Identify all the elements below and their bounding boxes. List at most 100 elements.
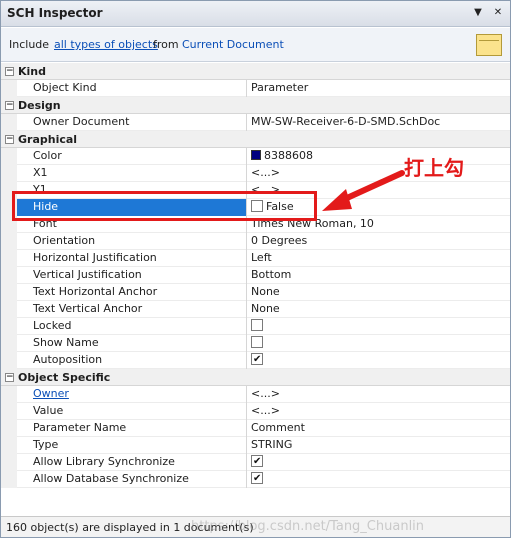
row-gutter: [1, 454, 17, 471]
property-value[interactable]: Parameter: [248, 80, 510, 97]
property-name: Text Vertical Anchor: [17, 301, 247, 318]
folder-icon[interactable]: [476, 34, 502, 56]
property-row[interactable]: Hide False: [1, 199, 510, 216]
property-value[interactable]: 0 Degrees: [248, 233, 510, 250]
property-value-text: STRING: [251, 438, 293, 451]
property-row[interactable]: Allow Database Synchronize: [1, 471, 510, 488]
section-header[interactable]: − Kind: [1, 63, 510, 80]
property-value[interactable]: <...>: [248, 386, 510, 403]
property-value[interactable]: MW-SW-Receiver-6-D-SMD.SchDoc: [248, 114, 510, 131]
row-gutter: [1, 182, 17, 199]
close-icon[interactable]: ✕: [491, 6, 505, 20]
property-value-text: 0 Degrees: [251, 234, 308, 247]
property-row[interactable]: Y1 <...>: [1, 182, 510, 199]
property-name: Show Name: [17, 335, 247, 352]
property-row[interactable]: Object Kind Parameter: [1, 80, 510, 97]
property-checkbox[interactable]: [251, 200, 263, 212]
section-header[interactable]: − Object Specific: [1, 369, 510, 386]
sch-inspector-panel: SCH Inspector ▼ ✕ Include all types of o…: [0, 0, 511, 538]
property-row[interactable]: Text Horizontal Anchor None: [1, 284, 510, 301]
property-name: Locked: [17, 318, 247, 335]
property-value[interactable]: Comment: [248, 420, 510, 437]
property-name: Font: [17, 216, 247, 233]
property-value[interactable]: [248, 454, 510, 471]
property-row[interactable]: Text Vertical Anchor None: [1, 301, 510, 318]
collapse-toggle-icon[interactable]: −: [5, 101, 14, 110]
collapse-toggle-icon[interactable]: −: [5, 135, 14, 144]
property-value-text: <...>: [251, 166, 280, 179]
property-value[interactable]: <...>: [248, 165, 510, 182]
property-checkbox[interactable]: [251, 319, 263, 331]
object-types-link[interactable]: all types of objects: [54, 38, 158, 51]
property-name: Vertical Justification: [17, 267, 247, 284]
property-checkbox[interactable]: [251, 336, 263, 348]
property-row[interactable]: Type STRING: [1, 437, 510, 454]
property-name: Type: [17, 437, 247, 454]
section-header[interactable]: − Design: [1, 97, 510, 114]
panel-title: SCH Inspector: [7, 6, 103, 20]
row-gutter: [1, 165, 17, 182]
property-name: Horizontal Justification: [17, 250, 247, 267]
property-name: Hide: [17, 199, 247, 216]
property-value[interactable]: Times New Roman, 10: [248, 216, 510, 233]
property-name: Allow Database Synchronize: [17, 471, 247, 488]
property-name[interactable]: Owner: [17, 386, 247, 403]
property-checkbox[interactable]: [251, 352, 263, 368]
property-value[interactable]: 8388608: [248, 148, 510, 165]
property-value[interactable]: Bottom: [248, 267, 510, 284]
row-gutter: [1, 80, 17, 97]
row-gutter: [1, 199, 17, 216]
panel-titlebar: SCH Inspector ▼ ✕: [1, 1, 510, 27]
section-title: Graphical: [18, 133, 78, 146]
row-gutter: [1, 148, 17, 165]
property-value-text: False: [266, 200, 294, 213]
property-value[interactable]: STRING: [248, 437, 510, 454]
collapse-toggle-icon[interactable]: −: [5, 67, 14, 76]
row-gutter: [1, 114, 17, 131]
property-row[interactable]: Show Name: [1, 335, 510, 352]
property-name: Y1: [17, 182, 247, 199]
row-gutter: [1, 471, 17, 488]
property-name: Orientation: [17, 233, 247, 250]
section-title: Object Specific: [18, 371, 111, 384]
property-name: Object Kind: [17, 80, 247, 97]
filter-bar: Include all types of objects from Curren…: [1, 28, 510, 62]
property-name: Allow Library Synchronize: [17, 454, 247, 471]
property-row[interactable]: Allow Library Synchronize: [1, 454, 510, 471]
property-value-text: Bottom: [251, 268, 292, 281]
property-value[interactable]: <...>: [248, 182, 510, 199]
property-checkbox[interactable]: [251, 454, 263, 470]
property-row[interactable]: Owner Document MW-SW-Receiver-6-D-SMD.Sch…: [1, 114, 510, 131]
property-row[interactable]: Vertical Justification Bottom: [1, 267, 510, 284]
property-value[interactable]: None: [248, 284, 510, 301]
property-row[interactable]: Value <...>: [1, 403, 510, 420]
property-name: Text Horizontal Anchor: [17, 284, 247, 301]
property-value[interactable]: [248, 318, 510, 335]
property-row[interactable]: Autoposition: [1, 352, 510, 369]
collapse-toggle-icon[interactable]: −: [5, 373, 14, 382]
property-value[interactable]: [248, 335, 510, 352]
property-row[interactable]: Orientation 0 Degrees: [1, 233, 510, 250]
row-gutter: [1, 437, 17, 454]
property-value[interactable]: <...>: [248, 403, 510, 420]
property-value-text: Comment: [251, 421, 305, 434]
row-gutter: [1, 335, 17, 352]
scope-link[interactable]: Current Document: [182, 38, 284, 51]
property-row[interactable]: Horizontal Justification Left: [1, 250, 510, 267]
property-row[interactable]: Font Times New Roman, 10: [1, 216, 510, 233]
property-value[interactable]: [248, 471, 510, 488]
pin-icon[interactable]: ▼: [471, 6, 485, 20]
property-row[interactable]: Locked: [1, 318, 510, 335]
property-value[interactable]: None: [248, 301, 510, 318]
property-value-text: None: [251, 302, 280, 315]
row-gutter: [1, 386, 17, 403]
color-swatch[interactable]: [251, 150, 261, 160]
property-checkbox[interactable]: [251, 471, 263, 487]
property-row[interactable]: Parameter Name Comment: [1, 420, 510, 437]
property-grid: − Kind Object Kind Parameter − Design Owner Do…: [1, 63, 510, 515]
property-value[interactable]: Left: [248, 250, 510, 267]
property-value[interactable]: [248, 352, 510, 369]
property-value[interactable]: False: [248, 199, 510, 216]
property-row[interactable]: Owner <...>: [1, 386, 510, 403]
section-header[interactable]: − Graphical: [1, 131, 510, 148]
